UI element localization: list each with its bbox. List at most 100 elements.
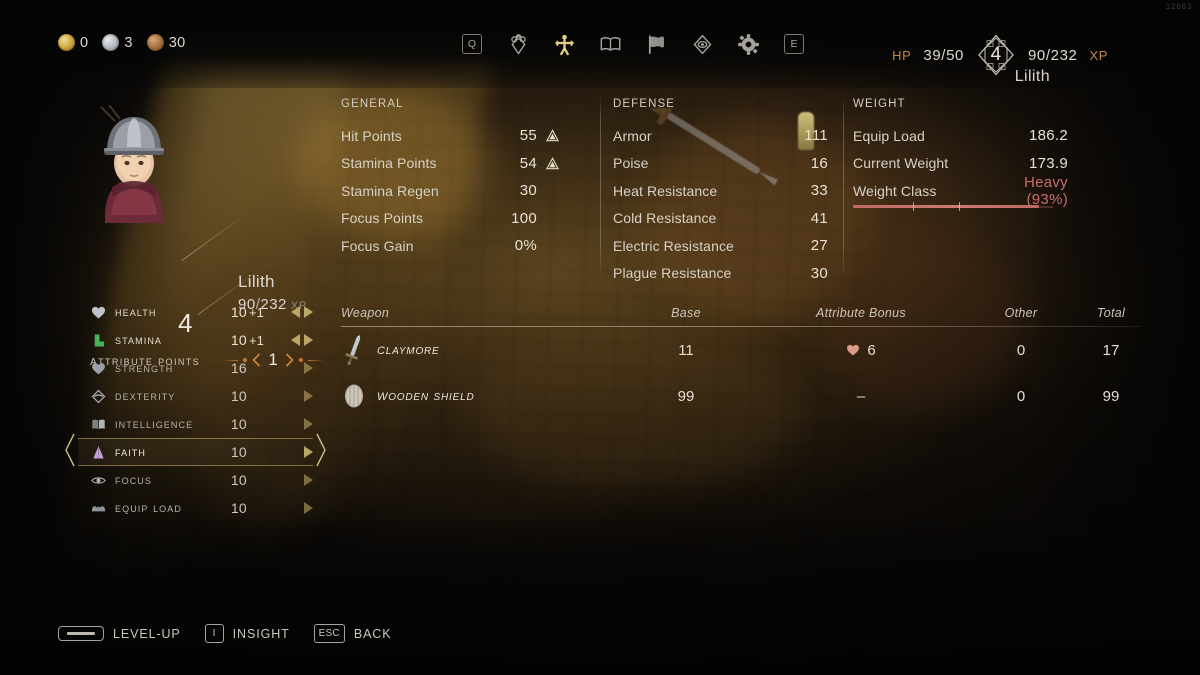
stat-label: Hit Points [341,127,402,144]
nav-key-q[interactable]: Q [460,32,484,56]
weapon-total-value: 99 [1102,387,1120,405]
stat-row-cold-resistance: Cold Resistance 41 [613,205,828,233]
character-summary-panel: Lilith 90/232 XP 4 Attribute Points 1 [60,100,340,369]
increase-arrow-icon[interactable] [304,362,313,374]
footer-key-hints: LEVEL-UP I INSIGHT ESC BACK [58,624,391,643]
attribute-steppers[interactable] [275,362,313,374]
column-header-weapon: Weapon [341,306,390,320]
attribute-row-focus[interactable]: Focus 10 [78,466,313,494]
weapon-total-value: 17 [1102,341,1120,359]
stat-value: 33 [810,182,828,200]
column-divider [843,96,844,278]
stat-label: Stamina Regen [341,182,439,199]
stat-label: Weight Class [853,182,937,199]
stat-label: Cold Resistance [613,210,717,227]
map-banner-icon [648,34,664,54]
attribute-steppers[interactable] [275,446,313,458]
stat-row-stamina-points: Stamina Points 54 [341,150,559,178]
level-badge: 4 [976,33,1016,77]
weight-progress-bar [853,202,1053,211]
top-hud: 12663 0 3 30 Q E HP 39/50 4 90/232 XP Li… [0,0,1200,88]
attribute-row-stamina[interactable]: Stamina 10 +1 [78,326,313,354]
xp-value: 90/232 [1027,46,1078,64]
inventory-gem-icon [510,33,526,55]
attribute-steppers[interactable] [275,502,313,514]
hint-insight[interactable]: I INSIGHT [204,624,290,643]
attribute-row-strength[interactable]: Strength 16 [78,354,313,382]
attribute-value: 10 [230,304,247,320]
stat-row-hit-points: Hit Points 55 [341,122,559,150]
nav-inventory[interactable] [506,32,530,56]
stat-label: Focus Points [341,210,424,227]
attribute-row-intelligence[interactable]: Intelligence 10 [78,410,313,438]
stat-label: Focus Gain [341,237,414,254]
portrait-flourish-line [181,217,241,261]
attributes-list: Health 10 +1 Stamina 10 +1 Strength 16 [65,298,326,522]
attribute-steppers[interactable] [275,306,313,318]
table-row[interactable]: Claymore 11 6 0 17 [341,327,1141,373]
stat-row-weight-class: Weight Class Heavy (93%) [853,174,1068,208]
attribute-steppers[interactable] [275,474,313,486]
increase-arrow-icon[interactable] [304,306,313,318]
weapon-stats-table: Weapon Base Attribute Bonus Other Total … [341,298,1141,419]
focus-eye-icon [90,472,106,488]
hp-label: HP [892,47,912,63]
stat-label: Poise [613,155,649,172]
weapon-other-value: 0 [1016,387,1026,405]
sword-icon [341,335,367,365]
nav-quest[interactable] [690,32,714,56]
stat-row-stamina-regen: Stamina Regen 30 [341,177,559,205]
nav-character[interactable] [552,32,576,56]
stat-label: Equip Load [853,127,925,144]
stat-value: 30 [519,182,537,200]
increase-arrow-icon[interactable] [304,446,313,458]
nav-map[interactable] [644,32,668,56]
attribute-value: 16 [230,360,247,376]
weapon-attribute-bonus-cell: 6 [761,342,961,359]
nav-key-e[interactable]: E [782,32,806,56]
general-stats-panel: GENERAL Hit Points 55 Stamina Points 54 … [341,98,559,260]
decrease-arrow-icon[interactable] [291,334,300,346]
hint-level-up[interactable]: LEVEL-UP [58,626,181,641]
increase-arrow-icon[interactable] [304,502,313,514]
health-heart-icon [90,304,106,320]
attribute-row-equip-load[interactable]: Equip Load 10 [78,494,313,522]
edge-dim-bottom [0,520,1200,675]
weight-bar-tick [913,202,914,211]
stat-value: 54 [519,154,537,172]
increase-arrow-icon[interactable] [304,474,313,486]
defense-stats-panel: DEFENSE Armor 111 Poise 16 Heat Resistan… [613,98,828,287]
increase-arrow-icon[interactable] [304,418,313,430]
stat-row-armor: Armor 111 [613,122,828,150]
hint-back[interactable]: ESC BACK [313,624,392,643]
attribute-steppers[interactable] [275,418,313,430]
column-header-base: Base [671,306,701,320]
table-row[interactable]: Wooden Shield 99 – 0 99 [341,373,1141,419]
attribute-label: Focus [115,473,152,487]
nav-settings[interactable] [736,32,760,56]
weapon-name: Claymore [377,341,440,358]
increase-arrow-icon[interactable] [304,334,313,346]
stat-row-plague-resistance: Plague Resistance 30 [613,260,828,288]
attribute-row-dexterity[interactable]: Dexterity 10 [78,382,313,410]
stat-value: 111 [804,127,828,145]
attribute-row-health[interactable]: Health 10 +1 [78,298,313,326]
attribute-label: Faith [115,445,147,459]
weight-section-title: WEIGHT [853,98,906,110]
attribute-steppers[interactable] [275,390,313,402]
stat-value: 16 [810,154,828,172]
quest-eye-icon [692,34,712,54]
gold-coin-value: 0 [80,34,89,51]
decrease-arrow-icon[interactable] [291,306,300,318]
selection-caret-right-icon [316,433,326,467]
bronze-coin-icon [146,34,164,51]
attribute-row-faith[interactable]: Faith 10 [65,433,326,467]
stat-value: 41 [810,209,828,227]
hint-label: INSIGHT [232,626,290,641]
faith-icon [90,444,106,460]
increase-arrow-icon[interactable] [304,390,313,402]
attribute-steppers[interactable] [275,334,313,346]
stamina-boot-icon [90,332,106,348]
nav-journal[interactable] [598,32,622,56]
column-divider [600,96,601,278]
